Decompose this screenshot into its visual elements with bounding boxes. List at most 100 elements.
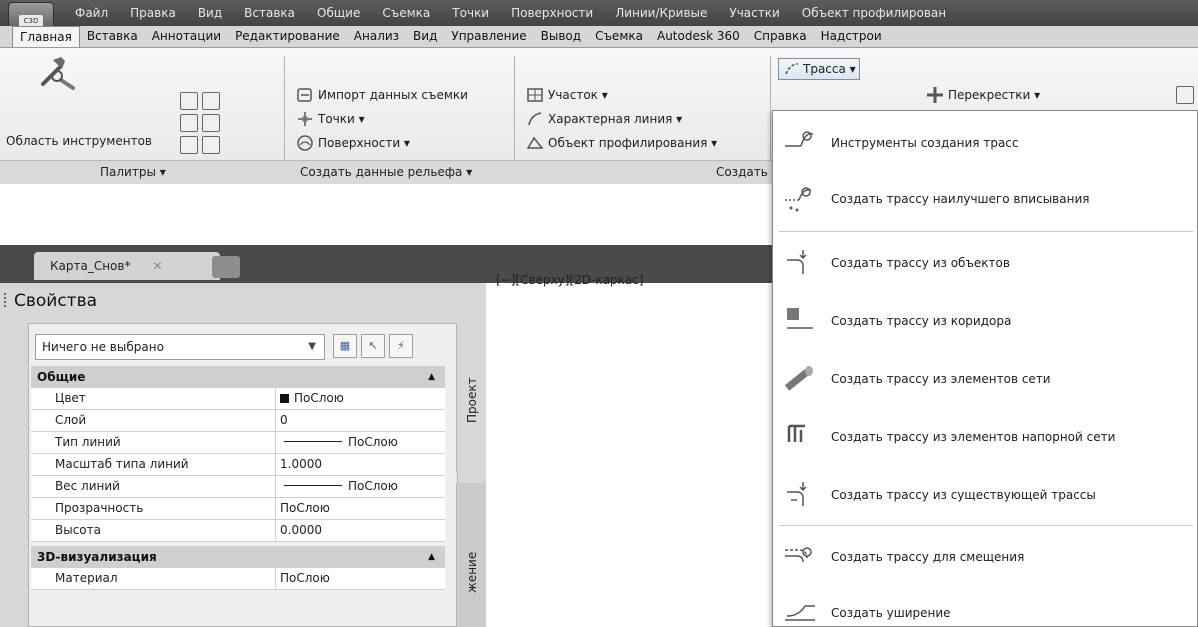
properties-content: Ничего не выбрано ▼ ▦ ↖ ⚡ Общие ▲ Цвет П… bbox=[28, 323, 458, 627]
pipe-network-icon bbox=[784, 366, 813, 391]
menu-item-label: Создать трассу из коридора bbox=[831, 314, 1012, 328]
group-3d-visualization[interactable]: 3D-визуализация ▲ bbox=[31, 546, 445, 568]
property-name: Слой bbox=[55, 413, 87, 427]
menu-item-label: Создать трассу наилучшего вписывания bbox=[831, 192, 1090, 206]
tab-autodesk-360[interactable]: Autodesk 360 bbox=[650, 26, 747, 47]
side-tab-project[interactable]: Проект bbox=[456, 323, 486, 473]
surfaces-button[interactable]: Поверхности ▾ bbox=[296, 134, 410, 152]
property-row[interactable]: Тип линий ПоСлою bbox=[31, 432, 445, 454]
menu-item-alignment-from-pressure-network[interactable]: Создать трассу из элементов напорной сет… bbox=[773, 409, 1197, 465]
palette-grip-handle[interactable] bbox=[4, 293, 8, 307]
palette-icon-4[interactable] bbox=[202, 114, 220, 132]
points-button[interactable]: Точки ▾ bbox=[296, 110, 365, 128]
menu-item-alignment-from-existing[interactable]: Создать трассу из существующей трассы bbox=[773, 467, 1197, 523]
menu-item-alignment-from-corridor[interactable]: Создать трассу из коридора bbox=[773, 293, 1197, 349]
collapse-icon: ▲ bbox=[428, 552, 435, 562]
selection-value: Ничего не выбрано bbox=[42, 340, 164, 354]
menu-item-best-fit-alignment[interactable]: Создать трассу наилучшего вписывания bbox=[773, 171, 1197, 227]
tab-manage[interactable]: Управление bbox=[444, 26, 533, 47]
create-ground-panel-title[interactable]: Создать данные рельефа ▾ bbox=[300, 165, 472, 179]
intersections-button[interactable]: Перекрестки ▾ bbox=[926, 86, 1040, 104]
property-value: ПоСлою bbox=[348, 435, 398, 449]
menu-item-label: Создать трассу из элементов сети bbox=[831, 372, 1051, 386]
site-label: Участок ▾ bbox=[548, 88, 608, 102]
tab-modify[interactable]: Редактирование bbox=[228, 26, 347, 47]
alignment-icon bbox=[785, 63, 799, 75]
tab-analyze[interactable]: Анализ bbox=[347, 26, 406, 47]
menu-item-create-widening[interactable]: Создать уширение bbox=[773, 585, 1197, 627]
grading-button[interactable]: Объект профилирования ▾ bbox=[526, 134, 717, 152]
grading-label: Объект профилирования ▾ bbox=[548, 136, 718, 150]
new-document-tab-button[interactable] bbox=[212, 256, 240, 278]
tab-home[interactable]: Главная bbox=[12, 26, 80, 47]
menu-item-label: Создать уширение bbox=[831, 606, 951, 620]
import-label: Импорт данных съемки bbox=[318, 88, 468, 102]
property-row[interactable]: Вес линий ПоСлою bbox=[31, 476, 445, 498]
ribbon-overflow-icon[interactable] bbox=[1176, 86, 1194, 104]
property-name: Масштаб типа линий bbox=[55, 457, 189, 471]
tab-annotate[interactable]: Аннотации bbox=[145, 26, 228, 47]
side-tab-display[interactable]: жение bbox=[456, 483, 486, 627]
property-row[interactable]: Масштаб типа линий 1.0000 bbox=[31, 454, 445, 476]
alignment-button[interactable]: Трасса ▾ bbox=[778, 58, 860, 80]
property-name: Вес линий bbox=[55, 479, 120, 493]
document-tab[interactable]: Карта_Снов* ✕ bbox=[34, 252, 220, 280]
property-row[interactable]: Слой 0 bbox=[31, 410, 445, 432]
surface-icon bbox=[297, 135, 313, 151]
palettes-panel-title[interactable]: Палитры ▾ bbox=[100, 165, 166, 179]
menu-item-alignment-from-objects[interactable]: Создать трассу из объектов bbox=[773, 235, 1197, 291]
group-general[interactable]: Общие ▲ bbox=[31, 366, 445, 388]
from-objects-icon bbox=[787, 250, 807, 274]
menu-item-label: Создать трассу для смещения bbox=[831, 550, 1025, 564]
selection-dropdown[interactable]: Ничего не выбрано ▼ bbox=[35, 334, 325, 360]
tab-output[interactable]: Вывод bbox=[534, 26, 588, 47]
corridor-icon bbox=[787, 308, 813, 329]
create-design-panel-title[interactable]: Создать bbox=[716, 165, 768, 179]
palette-icon-3[interactable] bbox=[180, 114, 198, 132]
property-value: ПоСлою bbox=[294, 391, 344, 405]
toolspace-label: Область инструментов bbox=[6, 134, 152, 148]
feature-line-button[interactable]: Характерная линия ▾ bbox=[526, 110, 682, 128]
offset-alignment-icon bbox=[785, 547, 812, 563]
tab-survey[interactable]: Съемка bbox=[588, 26, 650, 47]
property-row[interactable]: Высота 0.0000 bbox=[31, 520, 445, 542]
palette-icon-1[interactable] bbox=[180, 92, 198, 110]
tab-addins[interactable]: Надстрои bbox=[814, 26, 889, 47]
property-name: Высота bbox=[55, 523, 101, 537]
toggle-pickadd-button[interactable]: ▦ bbox=[333, 334, 357, 358]
menu-item-offset-alignment[interactable]: Создать трассу для смещения bbox=[773, 529, 1197, 585]
palette-icon-5[interactable] bbox=[180, 136, 198, 154]
menu-item-alignment-creation-tools[interactable]: Инструменты создания трасс bbox=[773, 115, 1197, 171]
linetype-sample bbox=[284, 441, 342, 442]
palette-icon-2[interactable] bbox=[202, 92, 220, 110]
viewport-controls[interactable]: [−][Сверху][2D-каркас] bbox=[496, 273, 643, 287]
select-objects-button[interactable]: ↖ bbox=[361, 334, 385, 358]
property-row[interactable]: Цвет ПоСлою bbox=[31, 388, 445, 410]
group-3d-label: 3D-визуализация bbox=[37, 550, 157, 564]
tab-help[interactable]: Справка bbox=[747, 26, 814, 47]
property-row[interactable]: Материал ПоСлою bbox=[31, 568, 445, 590]
property-value: ПоСлою bbox=[275, 568, 445, 589]
feature-line-icon bbox=[528, 112, 542, 126]
close-icon[interactable]: ✕ bbox=[152, 259, 162, 273]
menu-separator bbox=[779, 525, 1193, 526]
document-tab-label: Карта_Снов* bbox=[50, 259, 131, 273]
menu-item-alignment-from-network[interactable]: Создать трассу из элементов сети bbox=[773, 351, 1197, 407]
property-value: ПоСлою bbox=[348, 479, 398, 493]
property-value: ПоСлою bbox=[275, 498, 445, 519]
import-survey-data-button[interactable]: Импорт данных съемки bbox=[296, 86, 468, 104]
grading-icon bbox=[526, 136, 544, 149]
widening-icon bbox=[785, 605, 815, 621]
quick-select-button[interactable]: ⚡ bbox=[389, 334, 413, 358]
site-button[interactable]: Участок ▾ bbox=[526, 86, 608, 104]
lineweight-sample bbox=[284, 485, 342, 486]
tab-view[interactable]: Вид bbox=[406, 26, 444, 47]
color-swatch bbox=[280, 394, 289, 403]
palette-icon-6[interactable] bbox=[202, 136, 220, 154]
import-icon bbox=[297, 88, 312, 102]
property-row[interactable]: Прозрачность ПоСлою bbox=[31, 498, 445, 520]
points-icon bbox=[298, 112, 312, 126]
property-name: Материал bbox=[55, 571, 118, 585]
feature-line-label: Характерная линия ▾ bbox=[548, 112, 683, 126]
tab-insert[interactable]: Вставка bbox=[80, 26, 145, 47]
